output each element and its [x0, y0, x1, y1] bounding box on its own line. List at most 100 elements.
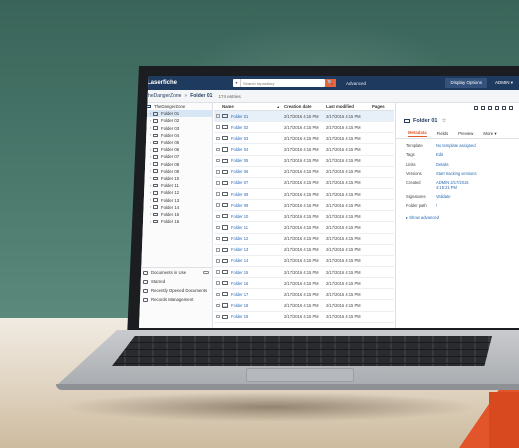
row-checkbox[interactable] — [214, 214, 222, 219]
column-pages[interactable]: Pages — [372, 104, 394, 109]
more-icon[interactable] — [509, 105, 513, 110]
tree-item[interactable]: › Folder 12 — [139, 189, 212, 196]
row-name[interactable]: Folder 10 — [222, 214, 284, 219]
metadata-value[interactable]: Edit — [436, 152, 443, 157]
table-row[interactable]: Folder 16 2/17/2016 4:15 PM 2/17/2016 4:15… — [214, 278, 394, 290]
row-checkbox[interactable] — [214, 236, 222, 241]
row-checkbox[interactable] — [214, 281, 222, 285]
row-name[interactable]: Folder 03 — [222, 136, 284, 141]
metadata-value[interactable]: Start tracking versions — [436, 171, 477, 176]
metadata-value[interactable]: No template assigned — [436, 143, 476, 148]
tree-item[interactable]: › Folder 10 — [139, 175, 212, 182]
table-row[interactable]: Folder 02 2/17/2016 4:15 PM 2/17/2016 4:15… — [214, 122, 394, 134]
user-menu[interactable]: ADMIN ▾ — [495, 80, 513, 86]
table-row[interactable]: Folder 03 2/17/2016 4:15 PM 2/17/2016 4:15… — [214, 133, 394, 145]
edit-icon[interactable] — [495, 105, 499, 110]
tree-root[interactable]: ▾ TheDangerZone — [139, 103, 212, 110]
table-row[interactable]: Folder 06 2/17/2016 4:15 PM 2/17/2016 4:15… — [214, 167, 394, 178]
advanced-search-link[interactable]: Advanced — [346, 81, 366, 86]
row-checkbox[interactable] — [214, 125, 222, 129]
search-button[interactable]: 🔍 — [325, 79, 336, 87]
row-checkbox[interactable] — [214, 158, 222, 163]
table-row[interactable]: Folder 10 2/17/2016 4:15 PM 2/17/2016 4:15… — [214, 211, 394, 223]
row-name[interactable]: Folder 15 — [222, 270, 284, 275]
row-checkbox[interactable] — [214, 136, 222, 141]
table-row[interactable]: Folder 09 2/17/2016 4:15 PM 2/17/2016 4:15… — [214, 200, 394, 212]
table-row[interactable]: Folder 17 2/17/2016 4:15 PM 2/17/2016 4:15… — [214, 289, 394, 301]
column-created[interactable]: Creation date — [284, 104, 326, 109]
row-checkbox[interactable] — [214, 181, 222, 185]
row-checkbox[interactable] — [214, 270, 222, 274]
row-name[interactable]: Folder 08 — [222, 192, 284, 197]
metadata-value[interactable]: \ — [436, 203, 437, 208]
row-name[interactable]: Folder 13 — [222, 247, 284, 252]
tree-item[interactable]: › Folder 08 — [139, 161, 212, 168]
row-checkbox[interactable] — [214, 192, 222, 196]
shortcut-starred[interactable]: Starred — [139, 277, 213, 286]
row-checkbox[interactable] — [214, 114, 222, 118]
search-scope-dropdown[interactable]: ▾ — [233, 79, 241, 87]
app-brand[interactable]: Laserfiche — [147, 80, 233, 86]
row-checkbox[interactable] — [214, 314, 222, 319]
tree-item[interactable]: › Folder 14 — [139, 204, 212, 211]
tree-item[interactable]: › Folder 02 — [139, 117, 212, 124]
tree-item[interactable]: › Folder 09 — [139, 168, 212, 175]
row-name[interactable]: Folder 01 — [222, 114, 284, 119]
table-row[interactable]: Folder 08 2/17/2016 4:15 PM 2/17/2016 4:15… — [214, 189, 394, 201]
table-row[interactable]: Folder 04 2/17/2016 4:15 PM 2/17/2016 4:15… — [214, 144, 394, 156]
table-row[interactable]: Folder 19 2/17/2016 4:15 PM 2/17/2016 4:15… — [214, 312, 394, 323]
tree-item[interactable]: › Folder 03 — [139, 125, 212, 132]
metadata-value[interactable]: ADMIN 2/17/2016 4:15:21 PM — [436, 180, 476, 190]
search-input[interactable] — [241, 79, 321, 87]
row-name[interactable]: Folder 17 — [222, 292, 284, 297]
tab-metadata[interactable]: Metadata — [408, 130, 427, 137]
row-checkbox[interactable] — [214, 170, 222, 174]
row-name[interactable]: Folder 07 — [222, 180, 284, 185]
metadata-value[interactable]: Validate — [436, 194, 451, 199]
tree-item[interactable]: › Folder 05 — [139, 139, 212, 146]
tree-item[interactable]: › Folder 01 — [139, 110, 212, 118]
tree-item[interactable]: › Folder 16 — [139, 218, 212, 225]
tab-preview[interactable]: Preview — [458, 131, 473, 136]
shortcut-records[interactable]: Records Management — [139, 295, 213, 304]
row-checkbox[interactable] — [214, 303, 222, 308]
column-modified[interactable]: Last modified — [326, 104, 372, 109]
row-name[interactable]: Folder 02 — [222, 125, 284, 130]
shortcut-documents-in-use[interactable]: Documents in Use — [139, 268, 213, 277]
tree-item[interactable]: › Folder 04 — [139, 132, 212, 139]
table-row[interactable]: Folder 13 2/17/2016 4:15 PM 2/17/2016 4:15… — [214, 245, 394, 256]
row-checkbox[interactable] — [214, 147, 222, 152]
display-options-button[interactable]: Display Options — [445, 78, 487, 88]
row-name[interactable]: Folder 12 — [222, 236, 284, 241]
column-name[interactable]: Name ▲ — [222, 104, 284, 109]
row-checkbox[interactable] — [214, 248, 222, 252]
metadata-value[interactable]: Details — [436, 162, 449, 167]
tree-item[interactable]: › Folder 15 — [139, 211, 212, 218]
show-advanced-link[interactable]: ▸ Show advanced — [396, 215, 519, 220]
tab-fields[interactable]: Fields — [437, 131, 448, 136]
upload-icon[interactable] — [488, 105, 492, 110]
table-row[interactable]: Folder 05 2/17/2016 4:15 PM 2/17/2016 4:15… — [214, 156, 394, 167]
table-row[interactable]: Folder 11 2/17/2016 4:15 PM 2/17/2016 4:15… — [214, 222, 394, 234]
open-icon[interactable] — [474, 105, 478, 110]
table-row[interactable]: Folder 14 2/17/2016 4:15 PM 2/17/2016 4:15… — [214, 256, 394, 267]
table-row[interactable]: Folder 07 2/17/2016 4:15 PM 2/17/2016 4:15… — [214, 178, 394, 189]
table-row[interactable]: Folder 12 2/17/2016 4:15 PM 2/17/2016 4:15… — [214, 234, 394, 245]
breadcrumb-root[interactable]: TheDangerZone — [145, 93, 181, 99]
row-name[interactable]: Folder 14 — [222, 258, 284, 263]
row-checkbox[interactable] — [214, 225, 222, 230]
toggle-icon[interactable] — [203, 271, 209, 274]
star-icon[interactable]: ☆ — [441, 118, 446, 124]
row-name[interactable]: Folder 09 — [222, 203, 284, 208]
tree-item[interactable]: › Folder 07 — [139, 153, 212, 160]
table-row[interactable]: Folder 01 2/17/2016 4:15 PM 2/17/2016 4:15… — [214, 111, 394, 123]
row-name[interactable]: Folder 04 — [222, 147, 284, 152]
row-checkbox[interactable] — [214, 259, 222, 263]
table-row[interactable]: Folder 15 2/17/2016 4:15 PM 2/17/2016 4:15… — [214, 267, 394, 279]
tree-item[interactable]: › Folder 06 — [139, 146, 212, 153]
tree-item[interactable]: › Folder 11 — [139, 182, 212, 189]
email-icon[interactable] — [502, 105, 506, 110]
row-name[interactable]: Folder 16 — [222, 281, 284, 286]
row-name[interactable]: Folder 06 — [222, 169, 284, 174]
shortcut-recent[interactable]: Recently Opened Documents — [139, 286, 213, 295]
